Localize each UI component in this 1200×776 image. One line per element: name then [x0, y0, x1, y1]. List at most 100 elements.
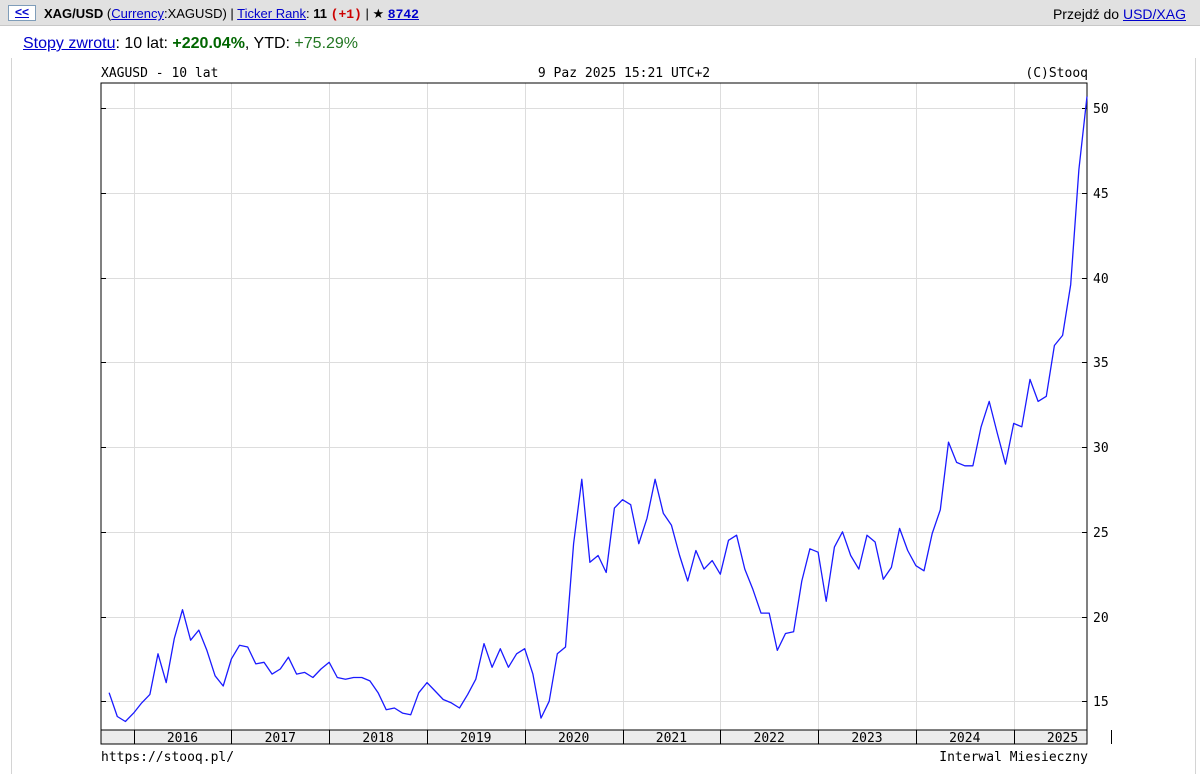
y-tick-label: 25	[1093, 526, 1109, 541]
price-point	[883, 579, 884, 580]
price-point	[345, 679, 346, 680]
price-point	[166, 682, 167, 683]
price-point	[304, 672, 305, 673]
x-tick-label: 2018	[362, 731, 393, 746]
chart-credit: (C)Stooq	[1025, 66, 1088, 81]
y-tick-label: 35	[1093, 356, 1109, 371]
price-point	[1021, 426, 1022, 427]
price-point	[353, 677, 354, 678]
price-point	[728, 540, 729, 541]
price-chart: XAGUSD - 10 lat 9 Paz 2025 15:21 UTC+2 (…	[100, 66, 1112, 765]
price-point	[174, 638, 175, 639]
price-point	[443, 699, 444, 700]
price-point	[272, 674, 273, 675]
y-tick-label: 30	[1093, 441, 1109, 456]
price-point	[475, 679, 476, 680]
price-point	[1046, 396, 1047, 397]
price-point	[386, 709, 387, 710]
price-point	[671, 525, 672, 526]
price-point	[190, 640, 191, 641]
price-point	[777, 650, 778, 651]
price-point	[573, 543, 574, 544]
price-point	[1038, 401, 1039, 402]
price-point	[280, 668, 281, 669]
price-point	[198, 630, 199, 631]
x-axis-band	[100, 729, 1088, 745]
price-point	[157, 653, 158, 654]
price-point	[655, 479, 656, 480]
price-point	[402, 713, 403, 714]
price-point	[760, 613, 761, 614]
price-point	[540, 718, 541, 719]
y-tick-label: 20	[1093, 611, 1109, 626]
price-point	[149, 694, 150, 695]
chart-footer-url[interactable]: https://stooq.pl/	[101, 750, 234, 765]
price-point	[549, 701, 550, 702]
x-tick-label: 2024	[949, 731, 980, 746]
price-point	[932, 533, 933, 534]
price-point	[899, 528, 900, 529]
price-point	[394, 707, 395, 708]
price-point	[1062, 335, 1063, 336]
price-point	[565, 646, 566, 647]
y-tick-label: 45	[1093, 187, 1109, 202]
price-point	[703, 569, 704, 570]
price-point	[312, 677, 313, 678]
price-point	[467, 694, 468, 695]
price-point	[744, 569, 745, 570]
price-point	[361, 677, 362, 678]
price-point	[296, 674, 297, 675]
price-point	[866, 535, 867, 536]
price-point	[109, 692, 110, 693]
price-point	[826, 601, 827, 602]
price-point	[418, 692, 419, 693]
price-point	[1054, 345, 1055, 346]
plot-border	[100, 82, 1088, 731]
price-point	[663, 513, 664, 514]
price-point	[320, 668, 321, 669]
chart-timestamp: 9 Paz 2025 15:21 UTC+2	[538, 66, 710, 81]
price-point	[141, 702, 142, 703]
price-point	[1070, 284, 1071, 285]
price-point	[1086, 96, 1087, 97]
price-point	[964, 465, 965, 466]
price-point	[801, 580, 802, 581]
y-tick-label: 15	[1093, 695, 1109, 710]
price-point	[329, 662, 330, 663]
price-point	[638, 543, 639, 544]
price-point	[614, 508, 615, 509]
price-point	[182, 609, 183, 610]
price-point	[557, 653, 558, 654]
price-point	[1078, 169, 1079, 170]
price-point	[255, 663, 256, 664]
price-point	[247, 646, 248, 647]
price-point	[133, 713, 134, 714]
price-point	[516, 653, 517, 654]
price-point	[263, 662, 264, 663]
price-point	[972, 465, 973, 466]
price-point	[785, 633, 786, 634]
price-point	[940, 509, 941, 510]
price-point	[948, 442, 949, 443]
price-point	[842, 531, 843, 532]
price-point	[500, 648, 501, 649]
price-point	[687, 580, 688, 581]
price-point	[818, 552, 819, 553]
price-point	[915, 565, 916, 566]
price-point	[451, 702, 452, 703]
x-tick-label: 2023	[851, 731, 882, 746]
price-point	[215, 675, 216, 676]
x-tick-label: 2022	[754, 731, 785, 746]
price-point	[378, 692, 379, 693]
x-tick-label: 2019	[460, 731, 491, 746]
grid	[101, 83, 1087, 730]
price-point	[459, 707, 460, 708]
price-point	[369, 680, 370, 681]
price-point	[834, 547, 835, 548]
price-point	[997, 433, 998, 434]
price-point	[483, 643, 484, 644]
x-tick-label: 2021	[656, 731, 687, 746]
price-point	[606, 572, 607, 573]
price-point	[793, 631, 794, 632]
chart-footer-interval: Interwal Miesieczny	[939, 750, 1088, 765]
